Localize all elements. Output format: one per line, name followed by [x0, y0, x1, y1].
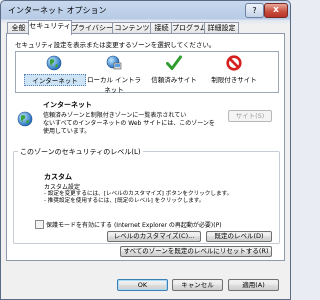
cancel-button[interactable]: キャンセル	[172, 279, 223, 291]
protected-mode-checkbox[interactable]	[35, 220, 44, 229]
security-level-line-3: - 推奨設定を使用するには、[既定のレベル] をクリックします。	[44, 198, 205, 204]
zone-internet-label: インターネット	[24, 74, 86, 86]
default-level-button[interactable]: 既定のレベル(D)	[206, 231, 272, 242]
protected-mode-label[interactable]: 保護モードを有効にする (Internet Explorer の再起動が必要)(…	[46, 220, 222, 229]
zone-instruction: セキュリティ設定を表示または変更するゾーンを選択してください。	[15, 41, 216, 49]
security-level-group-title: このゾーンのセキュリティのレベル(L)	[18, 147, 143, 157]
intranet-icon	[106, 55, 122, 70]
help-button[interactable]: ?	[245, 3, 264, 18]
prohibited-icon	[226, 55, 242, 71]
reset-all-zones-button[interactable]: すべてのゾーンを既定のレベルにリセットする(R)	[120, 246, 272, 257]
globe-icon	[46, 55, 62, 71]
zone-restricted-sites[interactable]: 制限付きサイト	[204, 55, 264, 89]
zone-restricted-sites-label: 制限付きサイト	[211, 76, 257, 84]
tab-security[interactable]: セキュリティ	[28, 20, 72, 35]
apply-button[interactable]: 適用(A)	[228, 279, 279, 291]
zone-trusted-sites[interactable]: 信頼済みサイト	[144, 55, 204, 89]
sites-button[interactable]: サイト(S)	[228, 110, 272, 122]
title-bar[interactable]: インターネット オプション ? x	[1, 1, 290, 19]
security-level-title: カスタム	[44, 173, 72, 181]
zone-trusted-sites-label: 信頼済みサイト	[151, 76, 197, 84]
zone-local-intranet[interactable]: ローカル イントラネット	[84, 55, 144, 94]
selected-zone-title: インターネット	[43, 101, 92, 109]
selected-zone-desc-line-3: 使用しています。	[43, 128, 91, 135]
zone-internet[interactable]: インターネット	[24, 55, 86, 89]
custom-level-button[interactable]: レベルのカスタマイズ(C)...	[107, 231, 201, 242]
ok-button[interactable]: OK	[117, 279, 168, 291]
globe-icon	[17, 111, 33, 127]
window-title: インターネット オプション	[8, 6, 107, 15]
zone-local-intranet-label: ローカル イントラネット	[86, 76, 142, 94]
checkmark-icon	[166, 55, 182, 70]
close-button[interactable]: x	[264, 3, 288, 18]
